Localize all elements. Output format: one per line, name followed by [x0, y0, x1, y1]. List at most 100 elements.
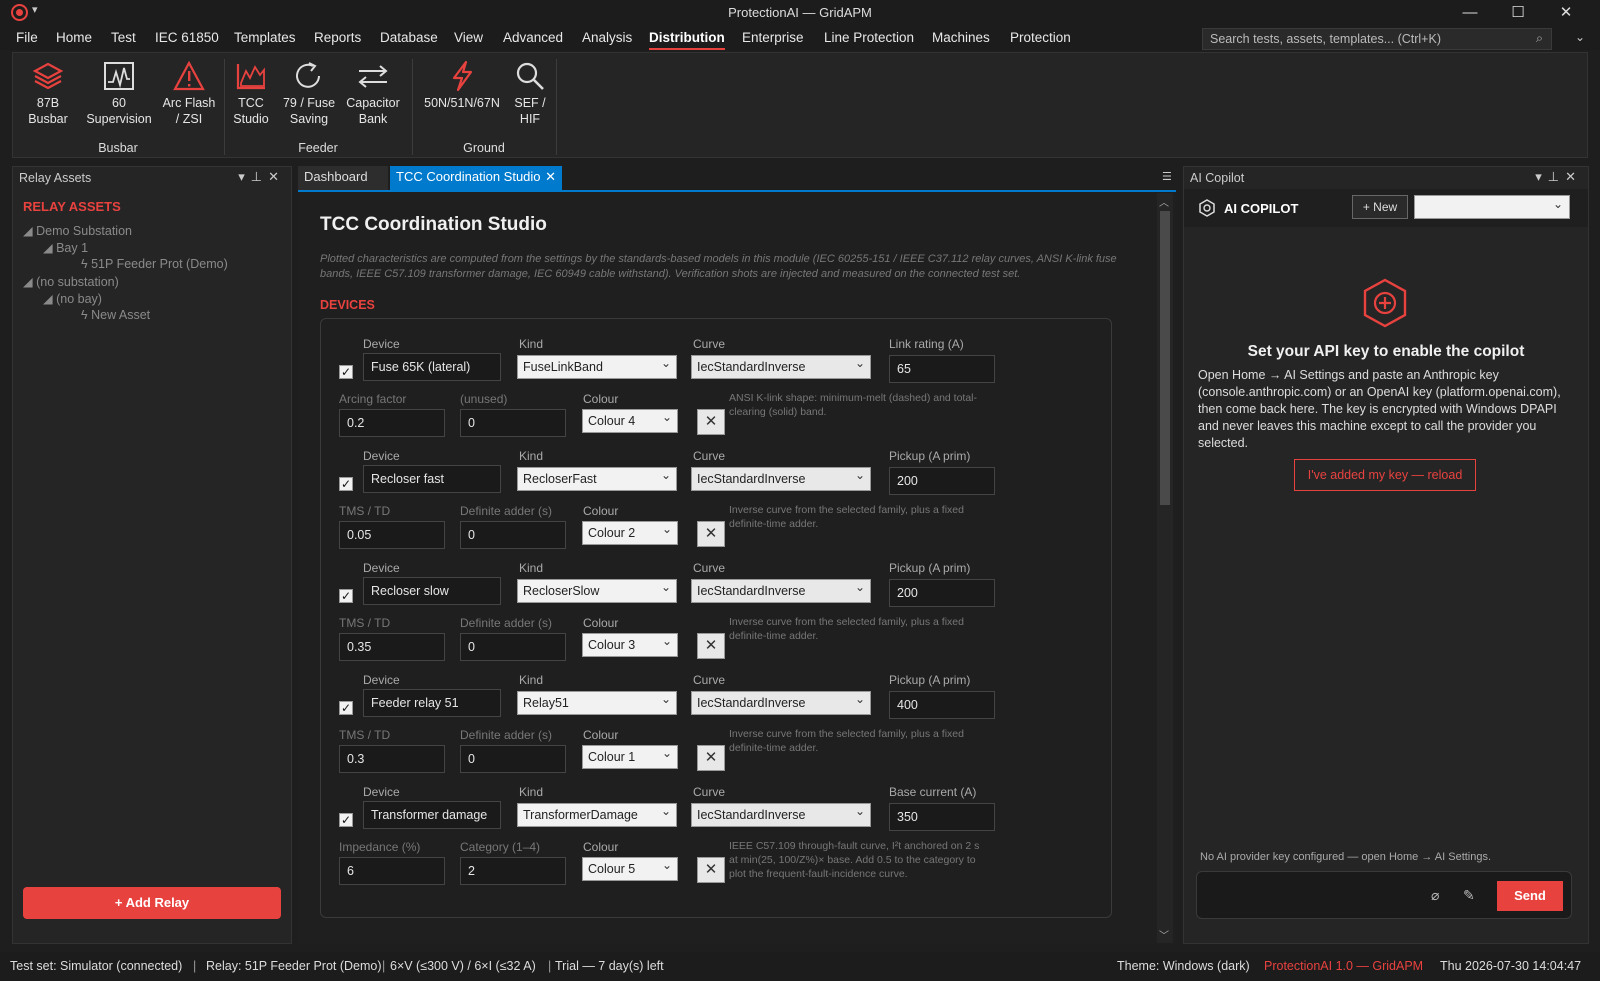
tab-dashboard[interactable]: Dashboard [298, 166, 388, 190]
device-name-input[interactable]: Feeder relay 51 [363, 689, 501, 717]
menu-iec61850[interactable]: IEC 61850 [155, 30, 219, 45]
close-window-button[interactable]: ✕ [1542, 0, 1590, 26]
tree-item[interactable]: ◢ Bay 1 [43, 240, 88, 255]
search-icon[interactable]: ⌕ [1536, 31, 1543, 46]
device-name-input[interactable]: Fuse 65K (lateral) [363, 353, 501, 381]
curve-select[interactable]: IecStandardInverse [691, 803, 871, 827]
ribbon-arc-flash-button[interactable]: Arc Flash / ZSI [159, 57, 219, 127]
device-name-input[interactable]: Recloser fast [363, 465, 501, 493]
scroll-down-icon[interactable]: ﹀ [1159, 927, 1169, 942]
colour-select[interactable]: Colour 1 [582, 745, 678, 769]
remove-device-button[interactable]: ✕ [697, 409, 725, 435]
colour-select[interactable]: Colour 2 [582, 521, 678, 545]
device-enabled-checkbox[interactable]: ✓ [339, 477, 353, 491]
rating-input[interactable]: 200 [889, 467, 995, 495]
kind-select[interactable]: RecloserSlow [517, 579, 677, 603]
curve-select[interactable]: IecStandardInverse [691, 467, 871, 491]
curve-select[interactable]: IecStandardInverse [691, 691, 871, 715]
ribbon-tcc-studio-button[interactable]: TCC Studio [229, 57, 273, 127]
document-menu-icon[interactable]: ☰ [1162, 170, 1172, 183]
expand-icon[interactable]: ◢ [23, 224, 36, 238]
menu-distribution[interactable]: Distribution [649, 30, 725, 50]
device-name-input[interactable]: Transformer damage [363, 801, 501, 829]
send-button[interactable]: Send [1497, 881, 1563, 911]
scroll-up-icon[interactable]: ︿ [1159, 194, 1169, 209]
ribbon-sef-hif-button[interactable]: SEF / HIF [507, 57, 553, 127]
chevron-down-icon[interactable]: ⌄ [1575, 30, 1585, 44]
close-icon[interactable]: ✕ [545, 169, 556, 185]
tree-item[interactable]: ◢ (no substation) [23, 274, 119, 289]
attach-icon[interactable]: ⌀ [1431, 887, 1439, 904]
scrollbar-thumb[interactable] [1160, 211, 1170, 505]
menu-home[interactable]: Home [56, 30, 92, 45]
chat-input[interactable]: ⌀ ✎ Send [1196, 871, 1572, 919]
search-input[interactable]: Search tests, assets, templates... (Ctrl… [1202, 28, 1552, 50]
menu-templates[interactable]: Templates [234, 30, 296, 45]
menu-file[interactable]: File [16, 30, 38, 45]
menu-protection[interactable]: Protection [1010, 30, 1071, 45]
maximize-button[interactable]: ☐ [1494, 0, 1542, 26]
rating-input[interactable]: 65 [889, 355, 995, 383]
document-scrollbar[interactable]: ︿ ﹀ [1157, 193, 1173, 943]
tree-item[interactable]: ◢ Demo Substation [23, 223, 132, 238]
colour-select[interactable]: Colour 5 [582, 857, 678, 881]
eyedropper-icon[interactable]: ✎ [1463, 887, 1475, 904]
expand-icon[interactable]: ◢ [23, 275, 36, 289]
param1-input[interactable]: 6 [339, 857, 445, 885]
kind-select[interactable]: RecloserFast [517, 467, 677, 491]
menu-line-protection[interactable]: Line Protection [824, 30, 914, 45]
add-relay-button[interactable]: + Add Relay [23, 887, 281, 919]
menu-reports[interactable]: Reports [314, 30, 361, 45]
colour-select[interactable]: Colour 3 [582, 633, 678, 657]
remove-device-button[interactable]: ✕ [697, 857, 725, 883]
param1-input[interactable]: 0.2 [339, 409, 445, 437]
colour-select[interactable]: Colour 4 [582, 409, 678, 433]
tree-item[interactable]: ϟ 51P Feeder Prot (Demo) [81, 257, 228, 271]
param1-input[interactable]: 0.05 [339, 521, 445, 549]
ribbon-87b-busbar-button[interactable]: 87B Busbar [23, 57, 73, 127]
model-select[interactable] [1414, 195, 1570, 219]
ribbon-50n-51n-67n-button[interactable]: 50N/51N/67N [419, 57, 505, 111]
menu-database[interactable]: Database [380, 30, 438, 45]
device-enabled-checkbox[interactable]: ✓ [339, 813, 353, 827]
curve-select[interactable]: IecStandardInverse [691, 355, 871, 379]
kind-select[interactable]: TransformerDamage [517, 803, 677, 827]
param2-input[interactable]: 0 [460, 409, 566, 437]
tab-tcc-coordination-studio[interactable]: TCC Coordination Studio ✕ [390, 166, 562, 190]
new-chat-button[interactable]: + New [1352, 195, 1408, 219]
rating-input[interactable]: 200 [889, 579, 995, 607]
param1-input[interactable]: 0.3 [339, 745, 445, 773]
menu-analysis[interactable]: Analysis [582, 30, 632, 45]
menu-machines[interactable]: Machines [932, 30, 990, 45]
ribbon-60-supervision-button[interactable]: 60 Supervision [83, 57, 155, 127]
kind-select[interactable]: FuseLinkBand [517, 355, 677, 379]
remove-device-button[interactable]: ✕ [697, 633, 725, 659]
param2-input[interactable]: 2 [460, 857, 566, 885]
panel-controls[interactable]: ▾⊥✕ [1535, 169, 1582, 185]
tree-item[interactable]: ◢ (no bay) [43, 291, 102, 306]
ribbon-capacitor-bank-button[interactable]: Capacitor Bank [343, 57, 403, 127]
param1-input[interactable]: 0.35 [339, 633, 445, 661]
menu-test[interactable]: Test [111, 30, 136, 45]
device-enabled-checkbox[interactable]: ✓ [339, 365, 353, 379]
curve-select[interactable]: IecStandardInverse [691, 579, 871, 603]
expand-icon[interactable]: ◢ [43, 292, 56, 306]
rating-input[interactable]: 400 [889, 691, 995, 719]
remove-device-button[interactable]: ✕ [697, 745, 725, 771]
remove-device-button[interactable]: ✕ [697, 521, 725, 547]
panel-controls[interactable]: ▾⊥✕ [238, 169, 285, 185]
device-enabled-checkbox[interactable]: ✓ [339, 589, 353, 603]
ribbon-79-fuse-saving-button[interactable]: 79 / Fuse Saving [279, 57, 339, 127]
device-enabled-checkbox[interactable]: ✓ [339, 701, 353, 715]
rating-input[interactable]: 350 [889, 803, 995, 831]
kind-select[interactable]: Relay51 [517, 691, 677, 715]
expand-icon[interactable]: ◢ [43, 241, 56, 255]
menu-view[interactable]: View [454, 30, 483, 45]
reload-key-button[interactable]: I've added my key — reload [1294, 459, 1476, 491]
param2-input[interactable]: 0 [460, 521, 566, 549]
device-name-input[interactable]: Recloser slow [363, 577, 501, 605]
tree-item[interactable]: ϟ New Asset [81, 308, 150, 322]
menu-enterprise[interactable]: Enterprise [742, 30, 804, 45]
minimize-button[interactable]: — [1446, 0, 1494, 26]
param2-input[interactable]: 0 [460, 633, 566, 661]
